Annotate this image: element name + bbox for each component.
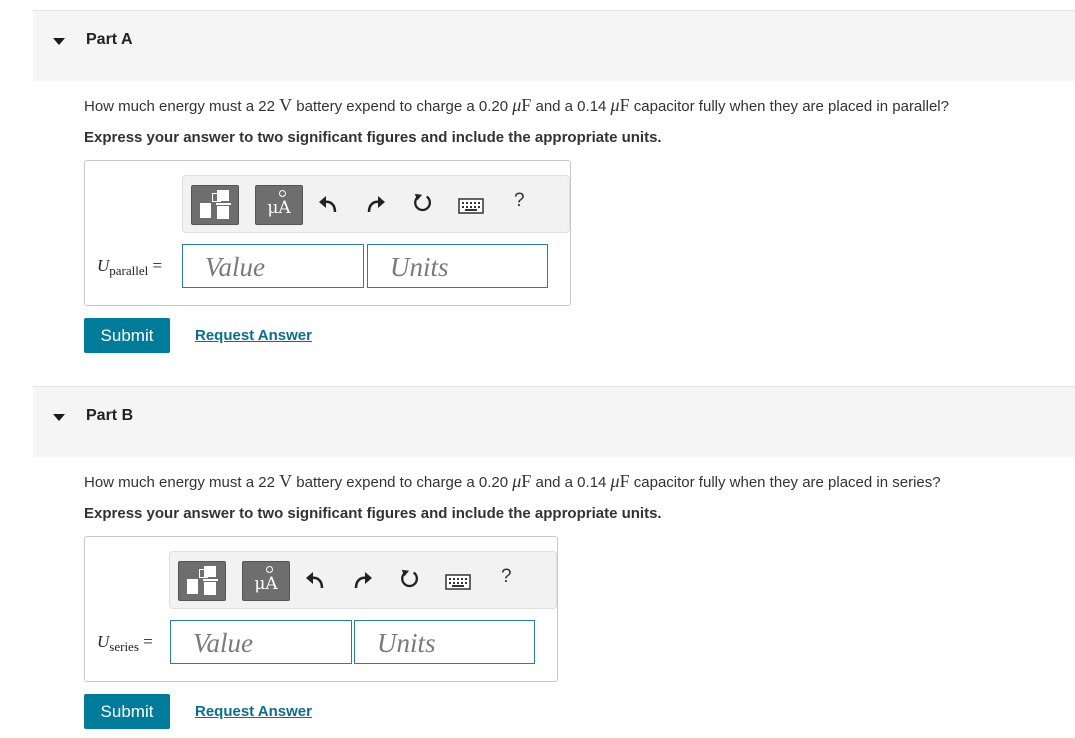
caret-down-icon[interactable]	[53, 38, 65, 45]
question-text: How much energy must a 22 V battery expe…	[84, 95, 949, 115]
request-answer-link[interactable]: Request Answer	[195, 703, 312, 720]
keyboard-icon[interactable]	[445, 574, 471, 590]
part-a-header[interactable]: Part A	[33, 10, 1075, 81]
reset-icon[interactable]	[411, 192, 435, 214]
math-toolbar: μA ?	[182, 175, 570, 233]
part-title: Part A	[86, 31, 133, 48]
units-icon[interactable]: μA	[255, 185, 303, 225]
part-title: Part B	[86, 407, 134, 424]
units-icon[interactable]: μA	[242, 561, 290, 601]
instruction-text: Express your answer to two significant f…	[84, 129, 662, 146]
variable-label: Uparallel =	[97, 256, 163, 278]
submit-button[interactable]: Submit	[84, 318, 170, 353]
submit-button[interactable]: Submit	[84, 694, 170, 729]
undo-icon[interactable]	[317, 194, 341, 216]
redo-icon[interactable]	[363, 194, 387, 216]
value-input[interactable]: Value	[182, 244, 364, 288]
units-input[interactable]: Units	[354, 620, 535, 664]
redo-icon[interactable]	[350, 570, 374, 592]
templates-icon[interactable]	[178, 561, 226, 601]
value-input[interactable]: Value	[170, 620, 352, 664]
undo-icon[interactable]	[304, 570, 328, 592]
request-answer-link[interactable]: Request Answer	[195, 327, 312, 344]
answer-box: μA ? Uparallel = Value Units	[84, 160, 571, 306]
help-icon[interactable]: ?	[514, 190, 525, 212]
templates-icon[interactable]	[191, 185, 239, 225]
math-toolbar: μA ?	[169, 551, 557, 609]
answer-box: μA ? Useries = Value Units	[84, 536, 558, 682]
question-text: How much energy must a 22 V battery expe…	[84, 471, 941, 491]
instruction-text: Express your answer to two significant f…	[84, 505, 662, 522]
keyboard-icon[interactable]	[458, 198, 484, 214]
caret-down-icon[interactable]	[53, 414, 65, 421]
units-input[interactable]: Units	[367, 244, 548, 288]
variable-label: Useries =	[97, 632, 153, 654]
part-b-header[interactable]: Part B	[33, 386, 1075, 457]
reset-icon[interactable]	[398, 568, 422, 590]
help-icon[interactable]: ?	[501, 566, 512, 588]
